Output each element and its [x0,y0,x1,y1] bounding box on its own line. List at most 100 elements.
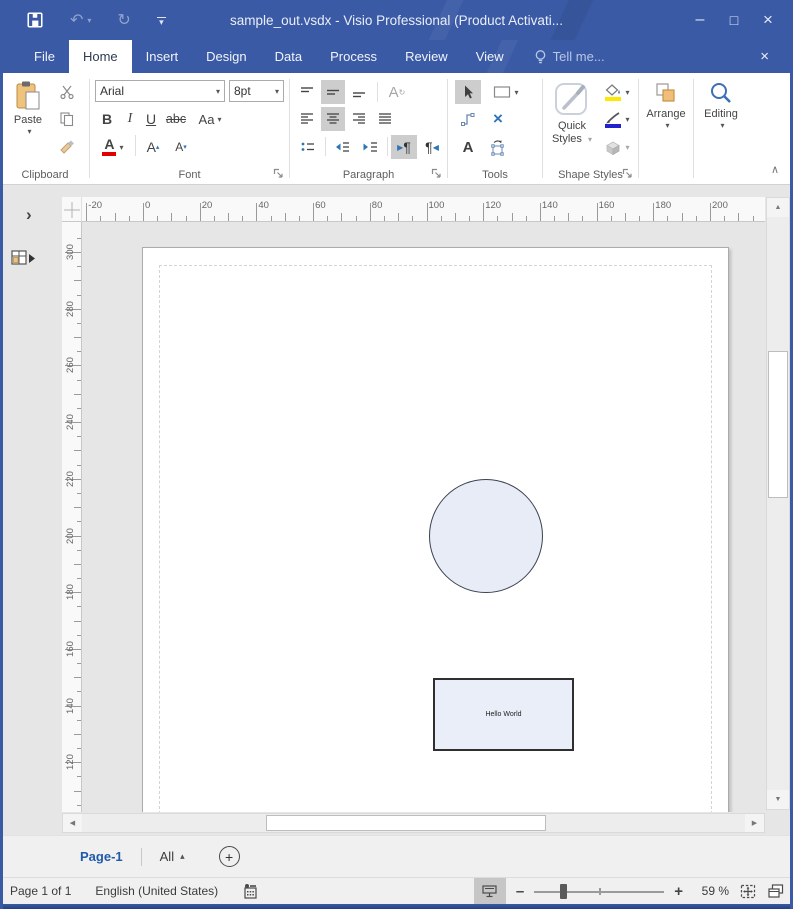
zoom-slider[interactable] [534,883,664,899]
ribbon-close-icon[interactable]: × [760,40,769,73]
undo-dropdown-icon[interactable]: ▾ [87,16,91,25]
italic-button[interactable]: I [121,107,139,131]
all-pages-button[interactable]: All ▴ [160,849,185,864]
tab-view[interactable]: View [462,40,518,73]
rectangle-dropdown-icon[interactable]: ▾ [514,88,518,97]
close-button[interactable]: × [751,0,785,40]
effects-dropdown-icon[interactable]: ▾ [625,143,629,152]
horizontal-scrollbar[interactable]: ◀ ▶ [62,813,765,833]
effects-button[interactable]: ▾ [600,135,634,159]
case-dropdown-icon[interactable]: ▾ [217,115,221,124]
paste-button[interactable]: Paste ▾ [6,80,50,136]
format-painter-button[interactable] [54,135,80,159]
vertical-scrollbar[interactable]: ▲ ▼ [766,197,790,810]
editing-button[interactable]: Editing ▾ [697,80,745,130]
text-tool-button[interactable]: A [455,135,481,159]
font-family-dropdown-icon[interactable]: ▾ [216,87,220,96]
left-to-right-button[interactable]: ▶ ¶ [391,135,417,159]
language-status[interactable]: English (United States) [95,884,218,898]
maximize-button[interactable]: □ [717,0,751,40]
align-middle-button[interactable] [321,80,345,104]
pointer-tool-button[interactable] [455,80,481,104]
paragraph-dialog-launcher[interactable] [431,168,443,180]
scroll-right-button[interactable]: ▶ [745,814,764,832]
line-dropdown-icon[interactable]: ▾ [625,115,629,124]
zoom-out-button[interactable]: – [516,883,524,900]
align-center-button[interactable] [321,107,345,131]
save-button[interactable] [26,11,44,29]
arrange-button[interactable]: Arrange ▾ [642,80,690,130]
bullets-button[interactable] [295,135,321,159]
right-to-left-button[interactable]: ¶ ◀ [419,135,445,159]
tab-process[interactable]: Process [316,40,391,73]
switch-windows-button[interactable] [767,883,785,899]
page-tab-page1[interactable]: Page-1 [80,849,123,864]
drawing-page[interactable]: Hello World [142,247,729,812]
tab-review[interactable]: Review [391,40,462,73]
shapes-flyout-button[interactable] [11,249,37,274]
scroll-down-button[interactable]: ▼ [767,790,789,809]
align-left-button[interactable] [295,107,319,131]
collapse-ribbon-icon[interactable]: ∧ [771,163,779,176]
font-family-select[interactable]: Arial ▾ [95,80,225,102]
font-dialog-launcher[interactable] [273,168,285,180]
canvas-viewport[interactable]: Hello World [82,222,765,812]
circle-shape[interactable] [429,479,543,593]
page-count-status[interactable]: Page 1 of 1 [10,884,71,898]
cut-button[interactable] [54,80,80,104]
decrease-indent-button[interactable] [329,135,355,159]
undo-button[interactable]: ↶▾ [70,10,91,30]
paste-dropdown-icon[interactable]: ▾ [27,127,31,136]
expand-shapes-pane-icon[interactable]: › [26,205,32,225]
change-case-button[interactable]: Aa▾ [193,107,227,131]
zoom-level[interactable]: 59 % [693,884,729,898]
arrange-dropdown-icon[interactable]: ▾ [665,121,669,130]
editing-dropdown-icon[interactable]: ▾ [720,121,724,130]
fit-page-button[interactable] [739,883,757,900]
tell-me-box[interactable]: Tell me... [534,40,605,73]
connection-point-tool-button[interactable]: × [485,107,511,131]
justify-button[interactable] [373,107,397,131]
scroll-left-button[interactable]: ◀ [63,814,82,832]
tab-insert[interactable]: Insert [132,40,193,73]
transform-tool-button[interactable] [485,135,511,159]
zoom-slider-thumb[interactable] [560,884,567,899]
rotate-text-button[interactable]: A↻ [383,80,411,104]
align-bottom-button[interactable] [347,80,371,104]
minimize-button[interactable]: – [683,0,717,40]
customize-qat-button[interactable]: ▾ [157,17,166,24]
shrink-font-button[interactable]: A▾ [169,135,193,159]
vertical-scroll-thumb[interactable] [768,351,788,498]
line-button[interactable]: ▾ [600,107,634,131]
presentation-mode-button[interactable] [474,878,506,904]
align-right-button[interactable] [347,107,371,131]
macro-record-button[interactable] [242,883,259,900]
grow-font-button[interactable]: A▴ [141,135,165,159]
fill-button[interactable]: ▾ [600,80,634,104]
font-size-dropdown-icon[interactable]: ▾ [275,87,279,96]
tab-design[interactable]: Design [192,40,260,73]
bold-button[interactable]: B [97,107,117,131]
shape-styles-dialog-launcher[interactable] [622,168,634,180]
rectangle-tool-button[interactable]: ▾ [485,80,527,104]
font-size-select[interactable]: 8pt ▾ [229,80,284,102]
fill-dropdown-icon[interactable]: ▾ [625,88,629,97]
strikethrough-button[interactable]: abc [163,107,189,131]
add-page-button[interactable]: + [219,846,240,867]
font-color-dropdown-icon[interactable]: ▾ [119,143,123,152]
redo-button[interactable]: ↻ [117,10,130,30]
tab-home[interactable]: Home [69,40,132,73]
zoom-in-button[interactable]: + [674,883,683,900]
increase-indent-button[interactable] [357,135,383,159]
connector-tool-button[interactable] [455,107,481,131]
align-top-button[interactable] [295,80,319,104]
horizontal-scroll-thumb[interactable] [266,815,546,831]
quick-styles-button[interactable]: Quick Styles ▾ [546,80,598,146]
tab-data[interactable]: Data [261,40,316,73]
tab-file[interactable]: File [20,40,69,73]
font-color-button[interactable]: A ▾ [97,135,129,159]
underline-button[interactable]: U [142,107,160,131]
copy-button[interactable] [54,107,80,131]
scroll-up-button[interactable]: ▲ [767,198,789,217]
rectangle-shape[interactable]: Hello World [433,678,574,751]
